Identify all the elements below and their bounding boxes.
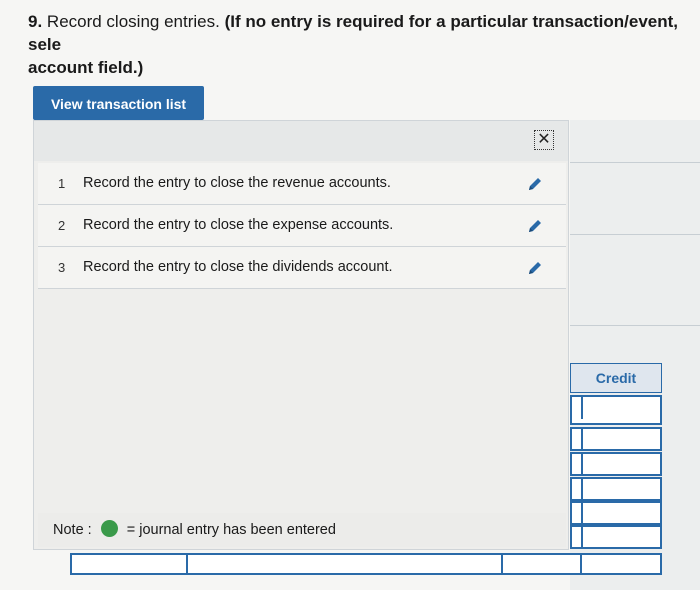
row-number: 2 bbox=[58, 218, 66, 233]
row-label: Record the entry to close the dividends … bbox=[83, 259, 393, 275]
close-icon[interactable]: ✕ bbox=[534, 130, 554, 150]
credit-input[interactable] bbox=[570, 395, 662, 425]
note-text: = journal entry has been entered bbox=[126, 522, 336, 538]
transaction-list-panel: ✕ 1 Record the entry to close the revenu… bbox=[33, 120, 569, 550]
credit-column-header: Credit bbox=[570, 363, 662, 393]
credit-input[interactable] bbox=[570, 427, 662, 451]
note-prefix: Note : bbox=[53, 522, 92, 538]
list-item[interactable]: 3 Record the entry to close the dividend… bbox=[38, 247, 566, 289]
question-prompt: Record closing entries. bbox=[42, 12, 225, 31]
divider bbox=[570, 162, 700, 163]
field-separator bbox=[501, 553, 503, 575]
question-instruction-line2: account field.) bbox=[28, 58, 144, 77]
question-number: 9. bbox=[28, 12, 43, 31]
view-transaction-list-button[interactable]: View transaction list bbox=[33, 86, 204, 127]
list-item[interactable]: 1 Record the entry to close the revenue … bbox=[38, 163, 566, 205]
journal-entry-row[interactable] bbox=[70, 553, 662, 575]
row-number: 1 bbox=[58, 176, 66, 191]
row-number: 3 bbox=[58, 260, 66, 275]
list-item[interactable]: 2 Record the entry to close the expense … bbox=[38, 205, 566, 247]
legend-note: Note : = journal entry has been entered bbox=[38, 513, 566, 547]
panel-header: ✕ bbox=[34, 121, 568, 161]
field-separator bbox=[580, 553, 582, 575]
pencil-icon[interactable] bbox=[526, 217, 544, 235]
question-text: 9. Record closing entries. (If no entry … bbox=[28, 10, 700, 79]
divider bbox=[570, 325, 700, 326]
divider bbox=[570, 234, 700, 235]
transaction-list: 1 Record the entry to close the revenue … bbox=[38, 163, 566, 289]
pencil-icon[interactable] bbox=[526, 175, 544, 193]
entered-status-dot-icon bbox=[100, 520, 118, 538]
row-label: Record the entry to close the expense ac… bbox=[83, 217, 394, 233]
credit-input[interactable] bbox=[570, 525, 662, 549]
credit-input[interactable] bbox=[570, 452, 662, 476]
credit-input[interactable] bbox=[570, 477, 662, 501]
credit-input[interactable] bbox=[570, 501, 662, 525]
pencil-icon[interactable] bbox=[526, 259, 544, 277]
field-separator bbox=[186, 553, 188, 575]
row-label: Record the entry to close the revenue ac… bbox=[83, 175, 391, 191]
